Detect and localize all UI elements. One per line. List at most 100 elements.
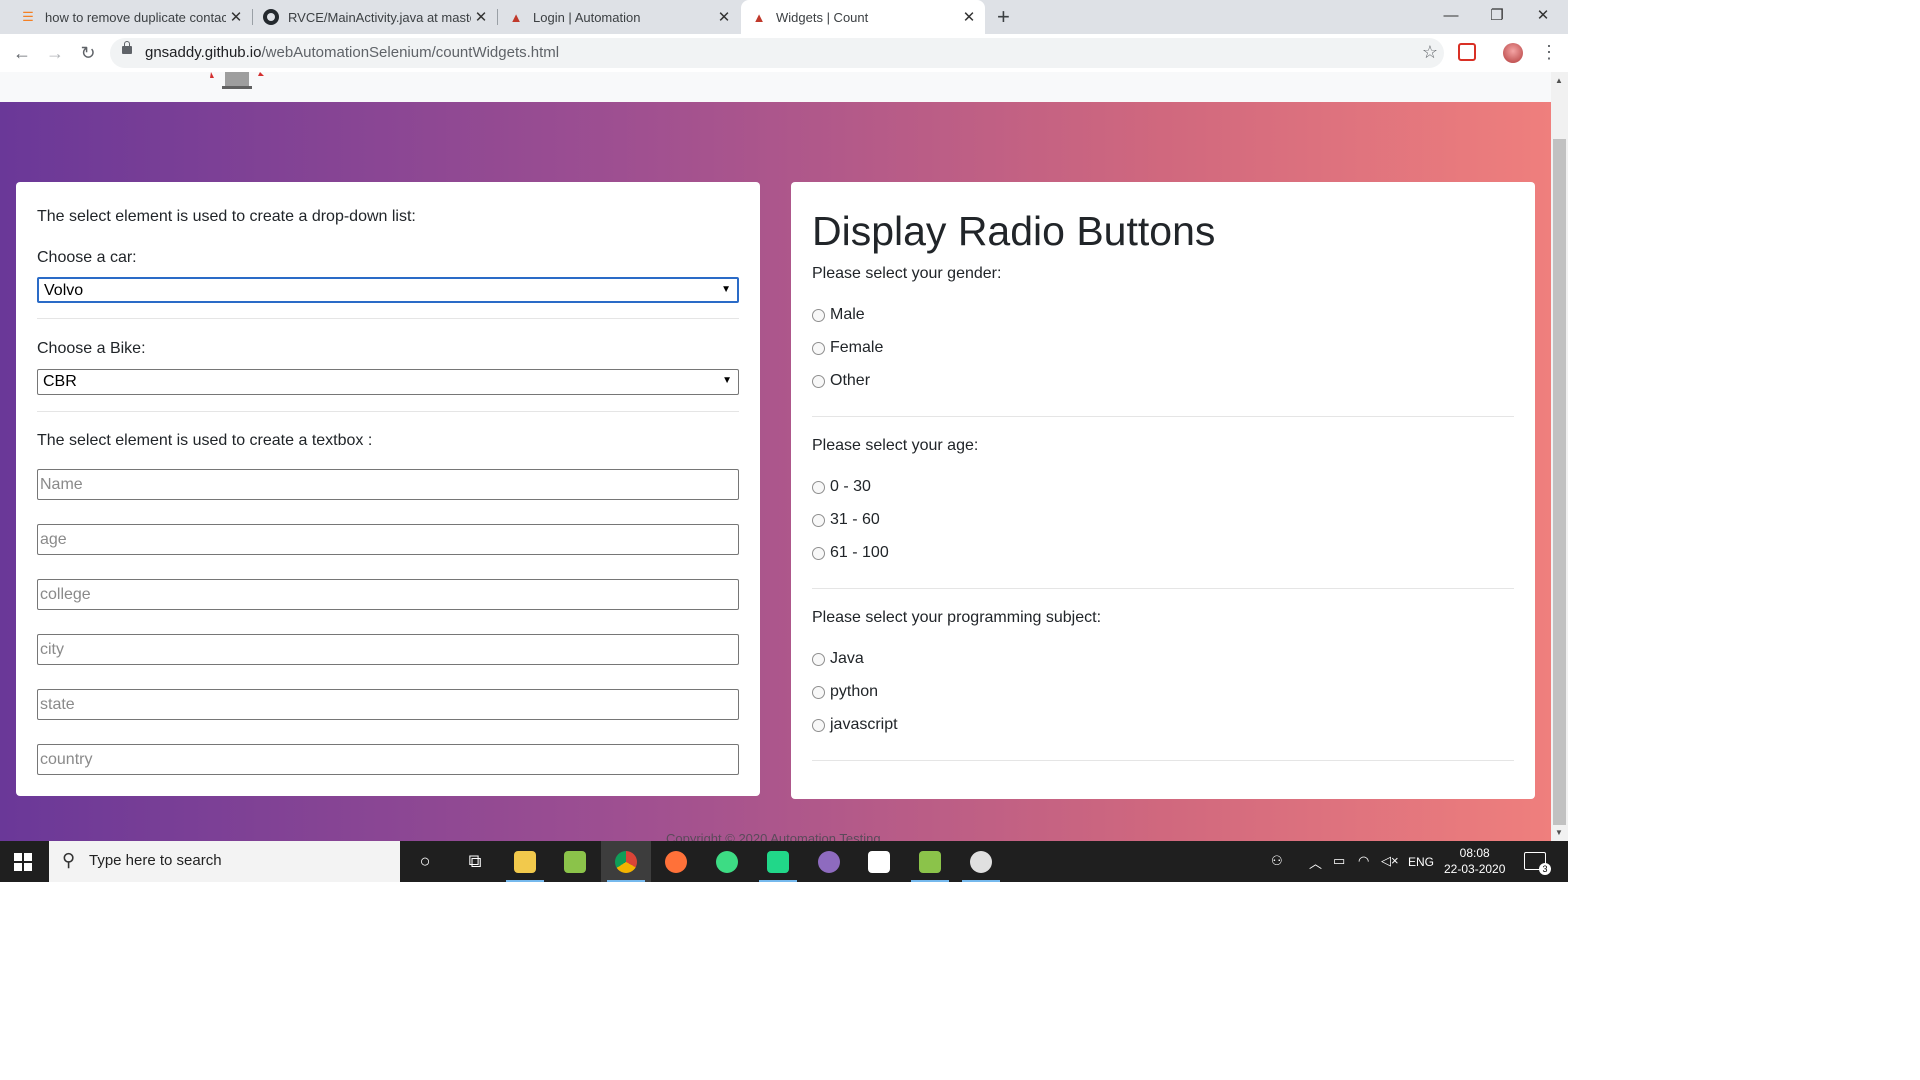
pycharm-icon[interactable] [753, 841, 803, 882]
car-label: Choose a car: [37, 249, 137, 266]
battery-icon[interactable]: ▭ [1333, 853, 1345, 869]
taskbar-clock[interactable]: 08:08 22-03-2020 [1444, 845, 1505, 877]
url-text[interactable]: gnsaddy.github.io/webAutomationSelenium/… [145, 44, 559, 61]
dropdown-arrow-icon: ▼ [721, 284, 731, 295]
radio-circle[interactable] [812, 718, 825, 732]
back-button[interactable]: ← [8, 39, 36, 67]
radio-buttons-card: Display Radio Buttons Please select your… [791, 182, 1535, 799]
bike-label: Choose a Bike: [37, 340, 146, 357]
radio-circle[interactable] [812, 308, 825, 322]
action-center-icon[interactable]: 3 [1524, 852, 1551, 875]
task-view-icon[interactable]: ⧉ [450, 841, 500, 882]
microsoft-store-icon[interactable] [854, 841, 904, 882]
address-bar[interactable]: gnsaddy.github.io/webAutomationSelenium/… [110, 38, 1444, 68]
people-icon[interactable]: ⚇ [1271, 853, 1283, 869]
city-input[interactable]: city [37, 634, 739, 665]
tab-login-automation[interactable]: ▲ Login | Automation ✕ [498, 0, 740, 34]
cortana-icon[interactable]: ○ [400, 841, 450, 882]
tab-stackoverflow[interactable]: ☰ how to remove duplicate contact ✕ [0, 0, 252, 34]
car-select[interactable]: Volvo ▼ [37, 277, 739, 303]
radio-python[interactable]: python [812, 683, 878, 701]
state-placeholder: state [40, 696, 75, 713]
radio-other[interactable]: Other [812, 372, 870, 390]
language-indicator[interactable]: ENG [1408, 855, 1434, 869]
dropdown-intro-text: The select element is used to create a d… [37, 208, 416, 225]
pocket-extension-icon[interactable] [1458, 43, 1476, 61]
divider [37, 411, 739, 412]
radio-age-0-30[interactable]: 0 - 30 [812, 478, 871, 496]
radio-circle[interactable] [812, 685, 825, 699]
site-header [0, 72, 1551, 102]
android-studio-icon[interactable] [702, 841, 752, 882]
scroll-down-arrow-icon[interactable]: ▼ [1555, 828, 1563, 837]
tab-strip: ☰ how to remove duplicate contact ✕ RVCE… [0, 0, 1568, 34]
radio-age-31-60[interactable]: 31 - 60 [812, 511, 880, 529]
stackoverflow-icon: ☰ [22, 9, 34, 24]
browser-toolbar: ← → ↻ gnsaddy.github.io/webAutomationSel… [0, 34, 1568, 73]
scrollbar-thumb[interactable] [1553, 139, 1566, 825]
page-scrollbar[interactable]: ▲ ▼ [1551, 72, 1568, 841]
minimize-button[interactable]: — [1428, 0, 1474, 30]
notepad-plus-icon[interactable] [550, 841, 600, 882]
tab-github[interactable]: RVCE/MainActivity.java at master ✕ [253, 0, 497, 34]
scroll-up-arrow-icon[interactable]: ▲ [1555, 76, 1563, 85]
radio-female[interactable]: Female [812, 339, 883, 357]
radio-circle[interactable] [812, 546, 825, 560]
tab-widgets-count[interactable]: ▲ Widgets | Count ✕ [741, 0, 985, 34]
restore-button[interactable]: ❐ [1474, 0, 1520, 30]
lock-icon[interactable] [122, 41, 132, 54]
windows-start-icon[interactable] [14, 853, 32, 871]
radio-javascript[interactable]: javascript [812, 716, 898, 734]
new-tab-button[interactable]: + [997, 4, 1010, 30]
college-input[interactable]: college [37, 579, 739, 610]
page-content: The select element is used to create a d… [0, 72, 1551, 841]
radio-label: Other [830, 372, 871, 389]
tab-title: RVCE/MainActivity.java at master [288, 9, 471, 25]
forward-button[interactable]: → [41, 39, 69, 67]
name-input[interactable]: Name [37, 469, 739, 500]
close-tab-icon[interactable]: ✕ [226, 8, 246, 26]
chrome-icon[interactable] [601, 841, 651, 882]
bike-select[interactable]: CBR ▼ [37, 369, 739, 395]
close-tab-icon[interactable]: ✕ [959, 8, 979, 26]
radio-java[interactable]: Java [812, 650, 864, 668]
car-selected-value: Volvo [44, 282, 84, 299]
reload-button[interactable]: ↻ [74, 39, 102, 67]
country-placeholder: country [40, 751, 93, 768]
divider [812, 760, 1514, 761]
wifi-icon[interactable]: ◠ [1358, 853, 1369, 869]
bookmark-star-icon[interactable]: ☆ [1422, 42, 1438, 63]
close-tab-icon[interactable]: ✕ [471, 8, 491, 26]
show-hidden-icons-chevron-icon[interactable]: ︿ [1309, 853, 1322, 872]
radio-label: Female [830, 339, 884, 356]
chrome-menu-icon[interactable]: ⋮ [1540, 42, 1558, 63]
radio-circle[interactable] [812, 652, 825, 666]
radio-circle[interactable] [812, 513, 825, 527]
firefox-icon[interactable] [651, 841, 701, 882]
age-prompt: Please select your age: [812, 437, 979, 454]
radio-circle[interactable] [812, 480, 825, 494]
college-placeholder: college [40, 586, 91, 603]
copyright-footer: Copyright © 2020 Automation Testing [666, 831, 881, 841]
profile-avatar[interactable] [1503, 43, 1523, 63]
country-input[interactable]: country [37, 744, 739, 775]
radio-label: 31 - 60 [830, 511, 880, 528]
notepad-plus-icon-2[interactable] [905, 841, 955, 882]
close-window-button[interactable]: ✕ [1520, 0, 1566, 30]
taskbar-search-box[interactable]: ⚲ Type here to search [49, 841, 400, 882]
radio-age-61-100[interactable]: 61 - 100 [812, 544, 889, 562]
file-explorer-icon[interactable] [500, 841, 550, 882]
site-logo [210, 72, 264, 89]
github-desktop-icon[interactable] [804, 841, 854, 882]
age-input[interactable]: age [37, 524, 739, 555]
state-input[interactable]: state [37, 689, 739, 720]
clock-time: 08:08 [1459, 846, 1490, 860]
volume-muted-icon[interactable]: ◁× [1381, 853, 1399, 869]
github-icon [263, 9, 279, 25]
radio-male[interactable]: Male [812, 306, 865, 324]
radio-circle[interactable] [812, 341, 825, 355]
close-tab-icon[interactable]: ✕ [714, 8, 734, 26]
snipping-tool-icon[interactable] [956, 841, 1006, 882]
automation-icon: ▲ [752, 9, 766, 25]
radio-circle[interactable] [812, 374, 825, 388]
